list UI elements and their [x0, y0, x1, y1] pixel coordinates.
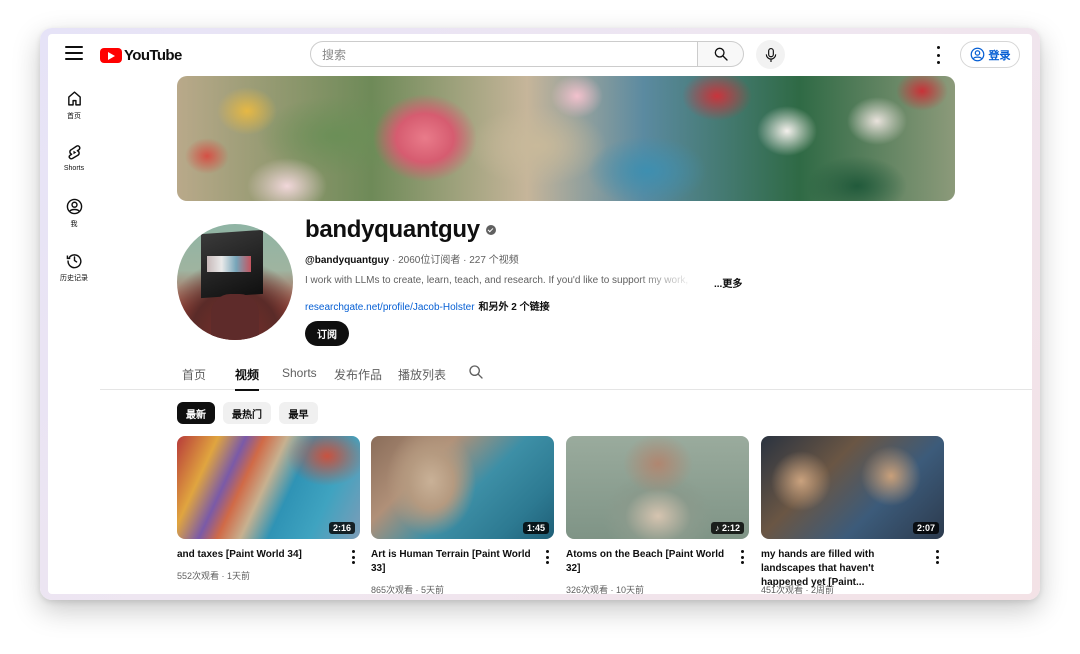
account-circle-icon — [970, 47, 984, 62]
channel-links: researchgate.net/profile/Jacob-Holster 和另… — [305, 298, 550, 313]
nav-label: Shorts — [63, 165, 85, 172]
duration-badge: 1:45 — [522, 522, 549, 534]
nav-item-home[interactable]: 首页 — [48, 78, 100, 132]
video-thumbnail[interactable]: 2:16 — [177, 436, 360, 539]
video-menu-icon[interactable] — [741, 550, 745, 564]
channel-tabs: 首页 视频 Shorts 发布作品 播放列表 — [100, 356, 1032, 391]
tab-videos[interactable]: 视频 — [235, 366, 260, 391]
channel-meta: @bandyquantguy · 2060位订阅者 · 227 个视频 — [305, 255, 519, 266]
more-button[interactable]: ...更多 — [714, 275, 742, 290]
duration-badge: 2:07 — [912, 522, 939, 534]
video-meta: 552次观看 · 1天前 — [177, 571, 251, 581]
masthead: YouTube 搜索 登录 — [48, 34, 1032, 76]
video-thumbnail[interactable]: 2:07 — [761, 436, 944, 539]
video-menu-icon[interactable] — [936, 550, 940, 564]
logo-text: YouTube — [124, 47, 182, 64]
microphone-icon — [765, 47, 776, 62]
channel-description[interactable]: I work with LLMs to create, learn, teach… — [305, 275, 695, 286]
channel-handle: @bandyquantguy — [305, 255, 390, 266]
video-meta: 865次观看 · 5天前 — [371, 585, 445, 594]
video-thumbnail[interactable]: ♪ 2:12 — [566, 436, 749, 539]
account-icon — [66, 198, 82, 215]
music-note-icon: ♪ — [714, 523, 722, 533]
video-thumbnail[interactable]: 1:45 — [371, 436, 554, 539]
tab-shorts[interactable]: Shorts — [282, 366, 317, 389]
signin-label: 登录 — [988, 49, 1011, 62]
voice-search-button[interactable] — [756, 40, 785, 69]
nav-label: 历史记录 — [60, 275, 88, 282]
youtube-play-icon — [100, 48, 122, 63]
video-meta: 451次观看 · 2周前 — [761, 585, 835, 594]
signin-button[interactable]: 登录 — [960, 41, 1020, 68]
home-icon — [67, 91, 81, 106]
video-card: 2:07 my hands are filled with landscapes… — [761, 436, 944, 594]
history-icon — [66, 254, 82, 269]
video-meta: 326次观看 · 10天前 — [566, 585, 645, 594]
nav-label: 首页 — [67, 113, 81, 120]
nav-item-shorts[interactable]: Shorts — [48, 132, 100, 186]
chip-oldest[interactable]: 最早 — [279, 402, 318, 424]
nav-item-you[interactable]: 我 — [48, 186, 100, 240]
guide-sidebar: 首页 Shorts 我 历史记录 — [48, 78, 100, 294]
tab-posts[interactable]: 发布作品 — [334, 366, 382, 389]
search-icon — [714, 47, 728, 61]
nav-item-history[interactable]: 历史记录 — [48, 240, 100, 294]
video-card: 1:45 Art is Human Terrain [Paint World 3… — [371, 436, 554, 594]
search-icon[interactable] — [468, 364, 484, 380]
search-placeholder: 搜索 — [322, 47, 347, 62]
chip-latest[interactable]: 最新 — [177, 402, 215, 424]
browser-window: YouTube 搜索 登录 首页 Shorts 我 历史记录 bandyquan… — [48, 34, 1032, 594]
tab-playlists[interactable]: 播放列表 — [398, 366, 446, 389]
chip-popular[interactable]: 最热门 — [223, 402, 271, 424]
channel-name: bandyquantguy — [305, 216, 496, 244]
video-title[interactable]: Art is Human Terrain [Paint World 33] — [371, 548, 533, 576]
search-input[interactable]: 搜索 — [310, 41, 698, 67]
duration-badge: ♪ 2:12 — [710, 522, 744, 534]
verified-badge-icon — [485, 225, 496, 235]
tab-home[interactable]: 首页 — [182, 366, 206, 389]
video-menu-icon[interactable] — [546, 550, 550, 564]
video-title[interactable]: and taxes [Paint World 34] — [177, 548, 339, 562]
youtube-logo[interactable]: YouTube — [100, 47, 182, 64]
channel-link[interactable]: researchgate.net/profile/Jacob-Holster — [305, 302, 475, 313]
duration-badge: 2:16 — [328, 522, 355, 534]
video-card: 2:16 and taxes [Paint World 34] 552次观看 ·… — [177, 436, 360, 581]
channel-avatar — [177, 224, 293, 340]
nav-label: 我 — [70, 221, 78, 228]
subscribe-button[interactable]: 订阅 — [305, 321, 349, 346]
channel-banner — [177, 76, 955, 201]
video-title[interactable]: Atoms on the Beach [Paint World 32] — [566, 548, 728, 576]
channel-name-text: bandyquantguy — [305, 216, 480, 243]
subscriber-count: 2060位订阅者 — [398, 255, 461, 266]
video-card: ♪ 2:12 Atoms on the Beach [Paint World 3… — [566, 436, 749, 594]
video-count: 227 个视频 — [469, 255, 519, 266]
settings-menu-icon[interactable] — [932, 46, 944, 64]
more-links[interactable]: 和另外 2 个链接 — [479, 302, 550, 313]
menu-icon[interactable] — [65, 46, 83, 62]
shorts-icon — [68, 145, 80, 160]
search-button[interactable] — [698, 41, 744, 67]
video-menu-icon[interactable] — [352, 550, 356, 564]
